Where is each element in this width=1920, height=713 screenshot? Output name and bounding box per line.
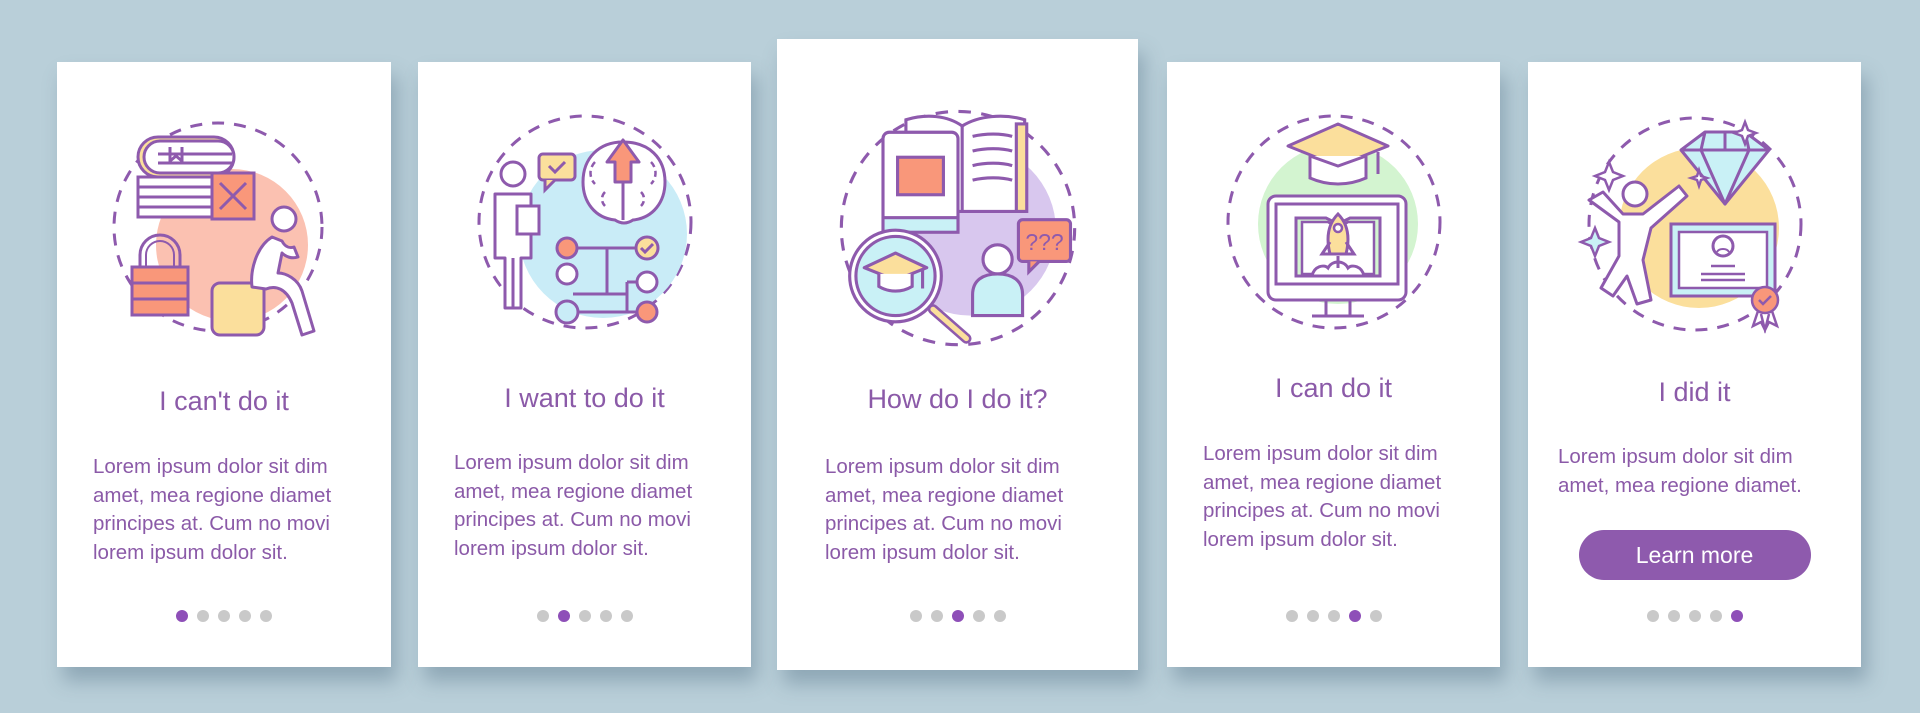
onboarding-card-5: I did it Lorem ipsum dolor sit dim amet,…: [1528, 62, 1861, 667]
onboarding-card-3: ??? How do I do it? Lorem ipsum dolor si…: [777, 39, 1138, 670]
card-title: I want to do it: [504, 383, 665, 413]
page-dot-4[interactable]: [239, 610, 251, 622]
card-description: Lorem ipsum dolor sit dim amet, mea regi…: [1203, 442, 1442, 551]
page-dot-3[interactable]: [1327, 610, 1340, 622]
pagination-dots: [1528, 610, 1861, 622]
page-dot-5[interactable]: [260, 610, 272, 622]
pagination-dots: [777, 610, 1138, 622]
pagination-dots: [57, 610, 391, 622]
page-dot-4[interactable]: [972, 610, 985, 622]
person-brain-decision-tree-icon: [465, 102, 705, 342]
frustrated-person-books-lock-icon: [104, 107, 344, 347]
onboarding-card-4: I can do it Lorem ipsum dolor sit dim am…: [1167, 62, 1500, 667]
pagination-dots: [418, 610, 751, 622]
page-dot-1[interactable]: [1285, 610, 1298, 622]
page-dot-4[interactable]: [1709, 610, 1722, 622]
page-dot-1[interactable]: [536, 610, 549, 622]
onboarding-card-1: I can't do it Lorem ipsum dolor sit dim …: [57, 62, 391, 667]
question-bubble-text: ???: [1025, 229, 1063, 255]
page-dot-2[interactable]: [197, 610, 209, 622]
card-description: Lorem ipsum dolor sit dim amet, mea regi…: [1558, 445, 1802, 497]
books-magnifier-question-icon: ???: [833, 101, 1083, 351]
page-dot-3[interactable]: [578, 610, 591, 622]
page-dot-5[interactable]: [620, 610, 633, 622]
page-dot-4[interactable]: [1348, 610, 1361, 622]
celebrating-person-diamond-certificate-icon: [1575, 104, 1815, 344]
page-dot-5[interactable]: [1730, 610, 1743, 622]
card-title: I can't do it: [159, 386, 289, 416]
page-dot-2[interactable]: [930, 610, 943, 622]
pagination-dots: [1167, 610, 1500, 622]
page-dot-3[interactable]: [218, 610, 230, 622]
page-dot-3[interactable]: [1688, 610, 1701, 622]
learn-more-button[interactable]: Learn more: [1578, 530, 1811, 580]
onboarding-card-2: I want to do it Lorem ipsum dolor sit di…: [418, 62, 751, 667]
page-dot-3[interactable]: [951, 610, 964, 622]
page-dot-2[interactable]: [1306, 610, 1319, 622]
page-dot-1[interactable]: [1646, 610, 1659, 622]
card-title: I did it: [1658, 377, 1731, 407]
monitor-rocket-graduation-icon: [1214, 104, 1454, 344]
card-description: Lorem ipsum dolor sit dim amet, mea regi…: [454, 451, 693, 560]
page-dot-4[interactable]: [599, 610, 612, 622]
card-description: Lorem ipsum dolor sit dim amet, mea regi…: [825, 455, 1064, 564]
page-dot-2[interactable]: [557, 610, 570, 622]
card-title: I can do it: [1274, 373, 1393, 403]
page-dot-5[interactable]: [1369, 610, 1382, 622]
page-dot-1[interactable]: [909, 610, 922, 622]
card-title: How do I do it?: [867, 384, 1048, 414]
card-description: Lorem ipsum dolor sit dim amet, mea regi…: [93, 455, 332, 564]
page-dot-1[interactable]: [176, 610, 188, 622]
page-dot-2[interactable]: [1667, 610, 1680, 622]
page-dot-5[interactable]: [993, 610, 1006, 622]
